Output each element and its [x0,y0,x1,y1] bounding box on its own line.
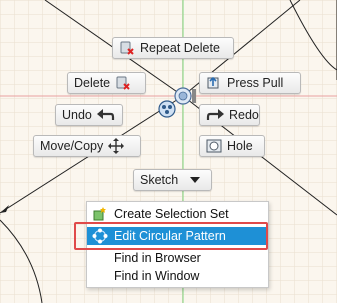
context-item-create-selection-set[interactable]: Create Selection Set [87,205,268,223]
repeat-delete-button[interactable]: Repeat Delete [112,37,234,59]
delete-button[interactable]: Delete [67,72,146,94]
redo-button[interactable]: Redo [199,104,260,126]
undo-label: Undo [62,108,92,122]
move-copy-button[interactable]: Move/Copy [33,135,141,157]
context-item-label: Find in Browser [114,251,201,265]
redo-arrow-icon [206,109,224,120]
move-icon [108,138,125,154]
repeat-delete-label: Repeat Delete [140,41,220,55]
press-pull-button[interactable]: Press Pull [199,72,301,94]
repeat-delete-icon [120,41,134,55]
context-item-find-in-browser[interactable]: Find in Browser [87,249,268,267]
selection-set-icon [92,206,108,222]
hole-button[interactable]: Hole [199,135,265,157]
context-item-label: Find in Window [114,269,200,283]
sketch-label: Sketch [140,173,179,187]
chevron-down-icon [190,177,201,183]
undo-button[interactable]: Undo [55,104,123,126]
delete-icon [116,76,130,90]
cursor-icon [158,100,176,118]
annotation-highlight-box [74,222,268,250]
context-item-label: Create Selection Set [114,207,229,221]
undo-arrow-icon [96,109,114,120]
redo-label: Redo [229,108,259,122]
delete-label: Delete [74,76,111,90]
hole-label: Hole [227,139,253,153]
sketch-dropdown-button[interactable]: Sketch [133,169,212,191]
move-copy-label: Move/Copy [40,139,104,153]
context-item-find-in-window[interactable]: Find in Window [87,267,268,285]
press-pull-icon [207,76,219,89]
press-pull-label: Press Pull [227,76,284,90]
hole-icon [206,139,222,153]
